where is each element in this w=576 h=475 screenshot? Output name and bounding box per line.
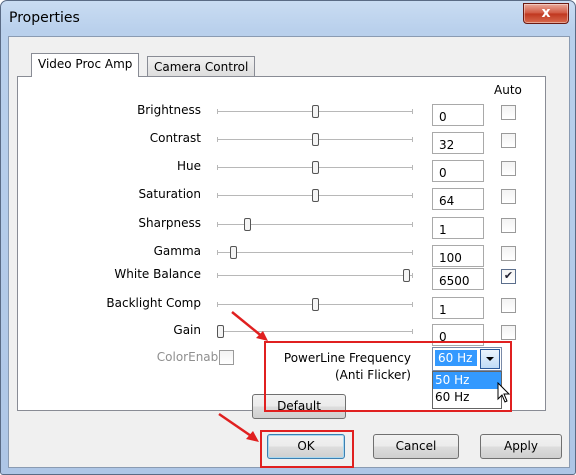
tab-video-proc-amp[interactable]: Video Proc Amp	[31, 53, 140, 77]
value-field[interactable]: 32	[432, 132, 484, 154]
option-50hz[interactable]: 50 Hz	[433, 372, 501, 389]
slider-thumb[interactable]	[312, 133, 319, 146]
slider-thumb[interactable]	[312, 298, 319, 311]
close-icon: x	[541, 5, 551, 21]
slider-thumb[interactable]	[217, 325, 224, 338]
auto-checkbox[interactable]	[501, 218, 516, 233]
slider-track[interactable]	[217, 329, 413, 334]
auto-checkbox[interactable]	[501, 189, 516, 204]
control-label: Saturation	[138, 187, 201, 201]
value-field[interactable]: 0	[432, 324, 484, 346]
control-label: Contrast	[149, 131, 201, 145]
control-label: Brightness	[137, 103, 201, 117]
auto-checkbox[interactable]	[501, 105, 516, 120]
properties-window: Properties x Video Proc Amp Camera Contr…	[0, 0, 576, 475]
option-60hz[interactable]: 60 Hz	[433, 389, 501, 406]
slider-track[interactable]	[217, 273, 413, 278]
auto-checkbox[interactable]: ✔	[501, 269, 516, 284]
slider-track[interactable]	[217, 250, 413, 255]
value-field[interactable]: 64	[432, 188, 484, 210]
color-enable-checkbox[interactable]	[219, 350, 234, 365]
control-label: Gain	[173, 323, 201, 337]
value-field[interactable]: 100	[432, 245, 484, 267]
slider-thumb[interactable]	[230, 246, 237, 259]
auto-checkbox[interactable]	[501, 298, 516, 313]
control-label: Backlight Comp	[106, 296, 201, 310]
default-button[interactable]: Default	[252, 394, 346, 419]
auto-checkbox[interactable]	[501, 325, 516, 340]
slider-thumb[interactable]	[312, 161, 319, 174]
cancel-button[interactable]: Cancel	[373, 434, 459, 459]
color-enable-label: ColorEnable	[156, 350, 229, 364]
control-label: Gamma	[153, 244, 201, 258]
powerline-dropdown-list: 50 Hz 60 Hz	[432, 371, 502, 409]
powerline-frequency-label: PowerLine Frequency (Anti Flicker)	[251, 350, 411, 384]
powerline-label-line1: PowerLine Frequency	[283, 351, 411, 365]
tab-camera-control[interactable]: Camera Control	[147, 56, 256, 77]
close-button[interactable]: x	[523, 3, 569, 24]
slider-thumb[interactable]	[312, 189, 319, 202]
auto-checkbox[interactable]	[501, 161, 516, 176]
value-field[interactable]: 1	[432, 217, 484, 239]
slider-thumb[interactable]	[244, 218, 251, 231]
value-field[interactable]: 0	[432, 104, 484, 126]
ok-button[interactable]: OK	[267, 434, 345, 459]
slider-thumb[interactable]	[403, 269, 410, 282]
control-label: Sharpness	[138, 216, 201, 230]
chevron-down-icon[interactable]	[480, 349, 500, 369]
slider-thumb[interactable]	[312, 105, 319, 118]
powerline-frequency-select[interactable]: 60 Hz	[432, 347, 502, 371]
auto-column-header: Auto	[494, 83, 522, 97]
window-title: Properties	[9, 10, 80, 26]
powerline-label-line2: (Anti Flicker)	[334, 368, 411, 382]
powerline-selected-value: 60 Hz	[435, 350, 477, 366]
value-field[interactable]: 1	[432, 297, 484, 319]
apply-button[interactable]: Apply	[480, 434, 562, 459]
control-label: White Balance	[114, 267, 201, 281]
value-field[interactable]: 6500	[432, 268, 484, 290]
tab-label: Camera Control	[154, 60, 249, 74]
control-label: Hue	[176, 159, 201, 173]
tab-label: Video Proc Amp	[38, 57, 133, 71]
auto-checkbox[interactable]	[501, 133, 516, 148]
auto-checkbox[interactable]	[501, 246, 516, 261]
value-field[interactable]: 0	[432, 160, 484, 182]
